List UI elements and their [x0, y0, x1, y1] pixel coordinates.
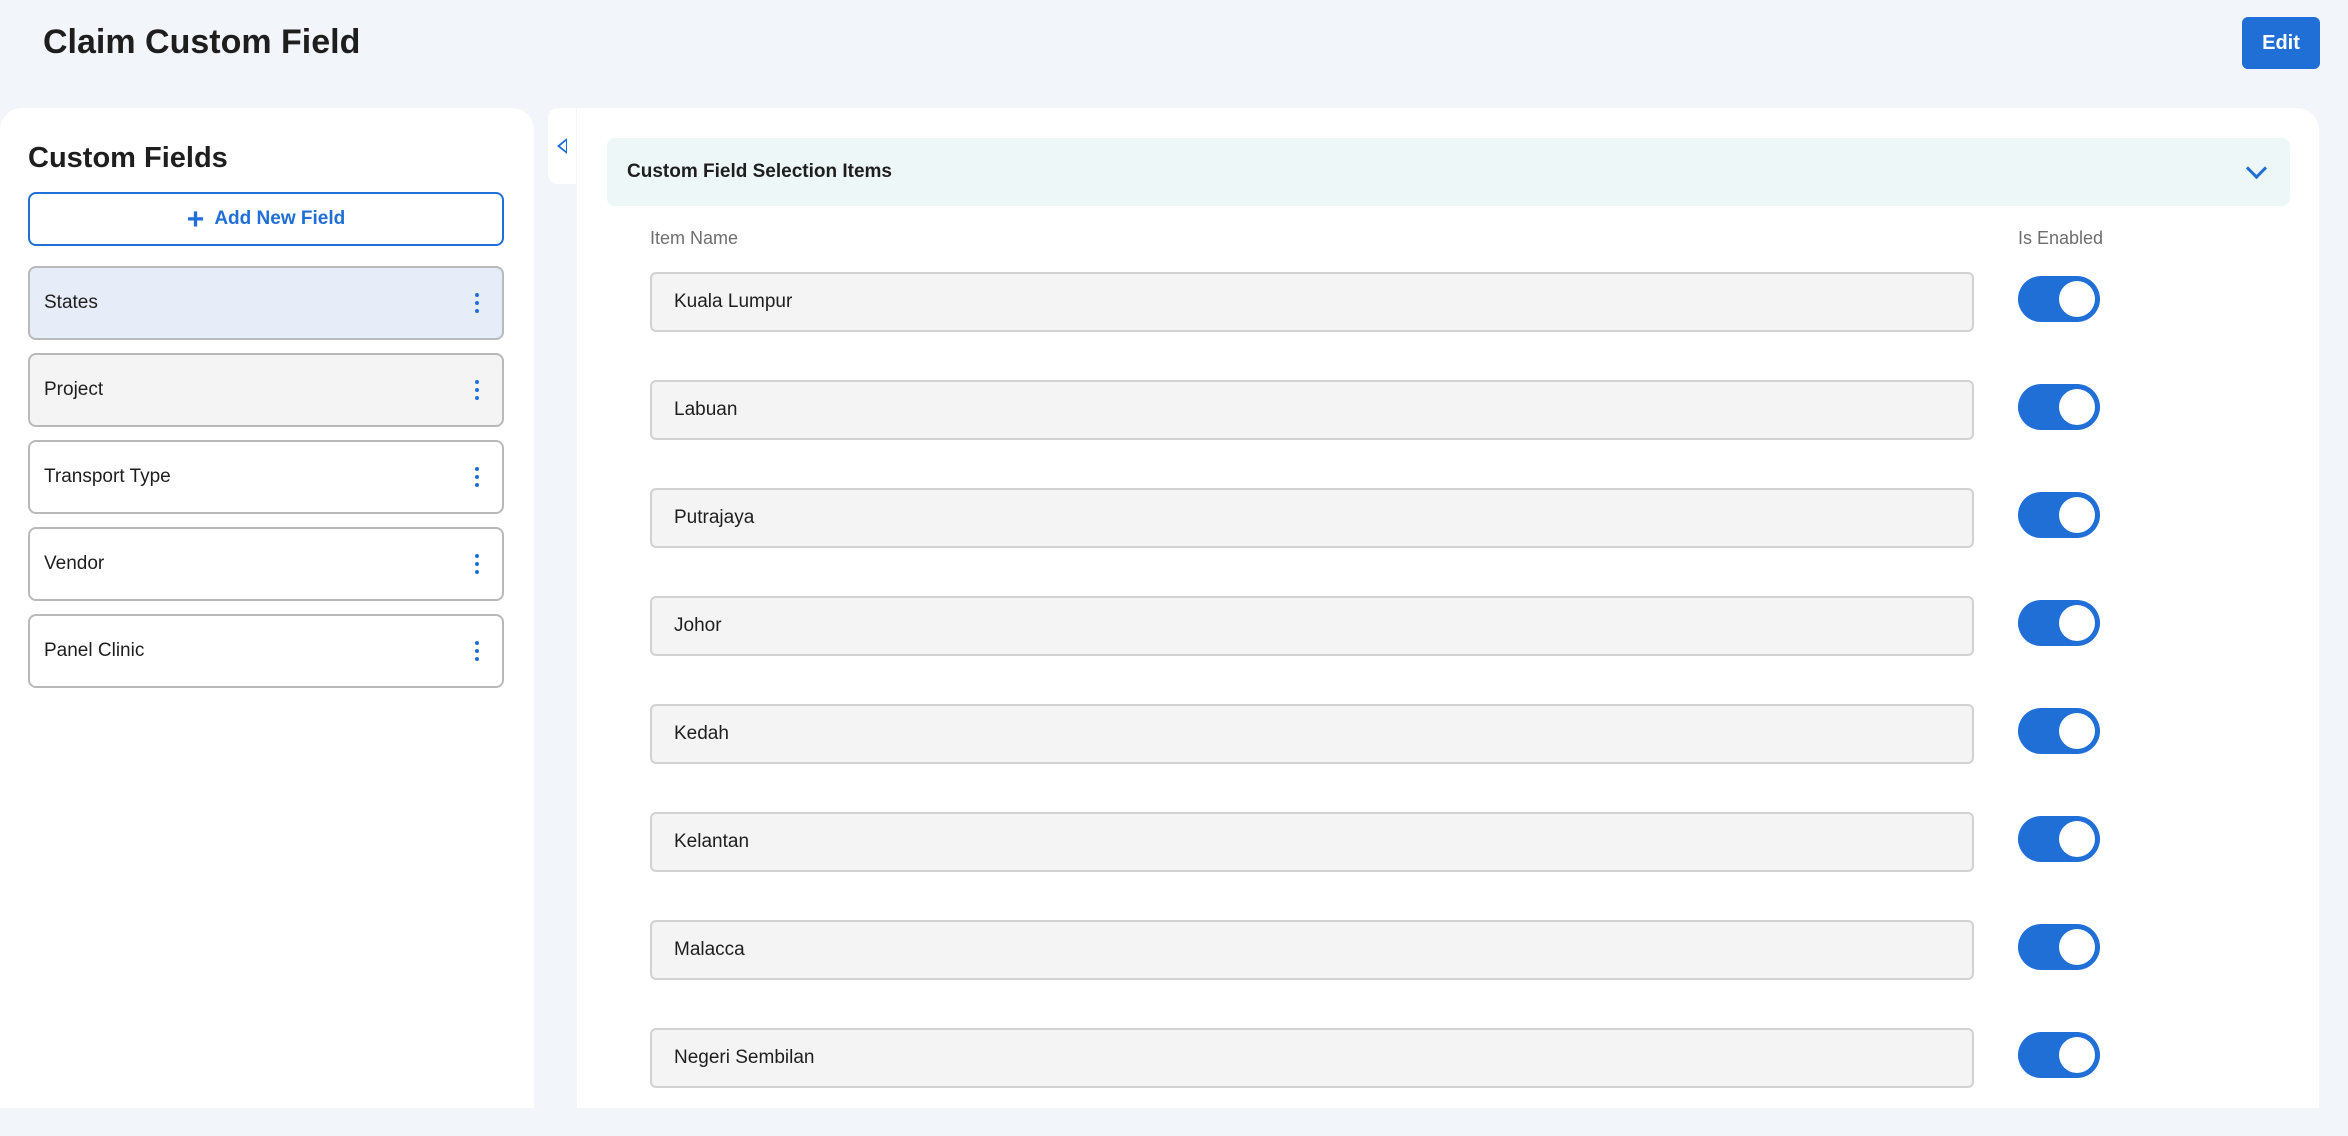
selection-item-row	[650, 812, 2210, 920]
toggle-knob	[2059, 713, 2095, 749]
field-item-states[interactable]: States	[28, 266, 504, 340]
field-item-label: Panel Clinic	[44, 640, 145, 661]
item-name-input[interactable]	[650, 488, 1974, 548]
field-item-transport-type[interactable]: Transport Type	[28, 440, 504, 514]
edit-button[interactable]: Edit	[2242, 17, 2320, 69]
is-enabled-toggle[interactable]	[2018, 384, 2100, 430]
is-enabled-toggle[interactable]	[2018, 1032, 2100, 1078]
field-item-label: States	[44, 292, 98, 313]
panel-heading: Custom Fields	[28, 142, 228, 174]
caret-left-icon	[557, 138, 567, 154]
toggle-knob	[2059, 1037, 2095, 1073]
section-title: Custom Field Selection Items	[627, 161, 892, 182]
is-enabled-toggle[interactable]	[2018, 492, 2100, 538]
field-item-label: Vendor	[44, 553, 105, 574]
column-header-is-enabled: Is Enabled	[2018, 228, 2104, 248]
kebab-icon[interactable]	[466, 550, 488, 578]
is-enabled-toggle[interactable]	[2018, 708, 2100, 754]
kebab-icon[interactable]	[466, 289, 488, 317]
toggle-knob	[2059, 281, 2095, 317]
collapse-sidebar-button[interactable]	[548, 108, 576, 184]
selection-item-row	[650, 920, 2210, 1028]
item-name-input[interactable]	[650, 920, 1974, 980]
custom-field-list: States Project Transport Type Vendor Pan…	[28, 266, 504, 701]
toggle-knob	[2059, 497, 2095, 533]
chevron-down-icon[interactable]	[2245, 157, 2268, 179]
selection-item-list	[650, 272, 2210, 1136]
kebab-icon[interactable]	[466, 376, 488, 404]
field-item-label: Transport Type	[44, 466, 171, 487]
field-item-project[interactable]: Project	[28, 353, 504, 427]
selection-items-panel: Custom Field Selection Items Item Name I…	[577, 108, 2319, 1108]
selection-item-row	[650, 380, 2210, 488]
add-new-field-button[interactable]: + Add New Field	[28, 192, 504, 246]
page-title: Claim Custom Field	[43, 23, 361, 61]
field-item-panel-clinic[interactable]: Panel Clinic	[28, 614, 504, 688]
item-name-input[interactable]	[650, 380, 1974, 440]
item-name-input[interactable]	[650, 704, 1974, 764]
is-enabled-toggle[interactable]	[2018, 924, 2100, 970]
kebab-icon[interactable]	[466, 637, 488, 665]
item-name-input[interactable]	[650, 812, 1974, 872]
add-new-field-label: Add New Field	[214, 208, 346, 229]
item-name-input[interactable]	[650, 272, 1974, 332]
plus-icon: +	[186, 203, 205, 236]
toggle-knob	[2059, 605, 2095, 641]
selection-item-row	[650, 1028, 2210, 1136]
item-name-input[interactable]	[650, 1028, 1974, 1088]
is-enabled-toggle[interactable]	[2018, 600, 2100, 646]
selection-item-row	[650, 488, 2210, 596]
selection-item-row	[650, 272, 2210, 380]
is-enabled-toggle[interactable]	[2018, 276, 2100, 322]
custom-fields-panel: Custom Fields + Add New Field States Pro…	[0, 108, 534, 1108]
section-header[interactable]: Custom Field Selection Items	[607, 138, 2290, 206]
field-item-label: Project	[44, 379, 104, 400]
kebab-icon[interactable]	[466, 463, 488, 491]
selection-item-row	[650, 596, 2210, 704]
is-enabled-toggle[interactable]	[2018, 816, 2100, 862]
toggle-knob	[2059, 929, 2095, 965]
item-name-input[interactable]	[650, 596, 1974, 656]
selection-item-row	[650, 704, 2210, 812]
toggle-knob	[2059, 821, 2095, 857]
toggle-knob	[2059, 389, 2095, 425]
column-header-item-name: Item Name	[650, 228, 739, 248]
field-item-vendor[interactable]: Vendor	[28, 527, 504, 601]
